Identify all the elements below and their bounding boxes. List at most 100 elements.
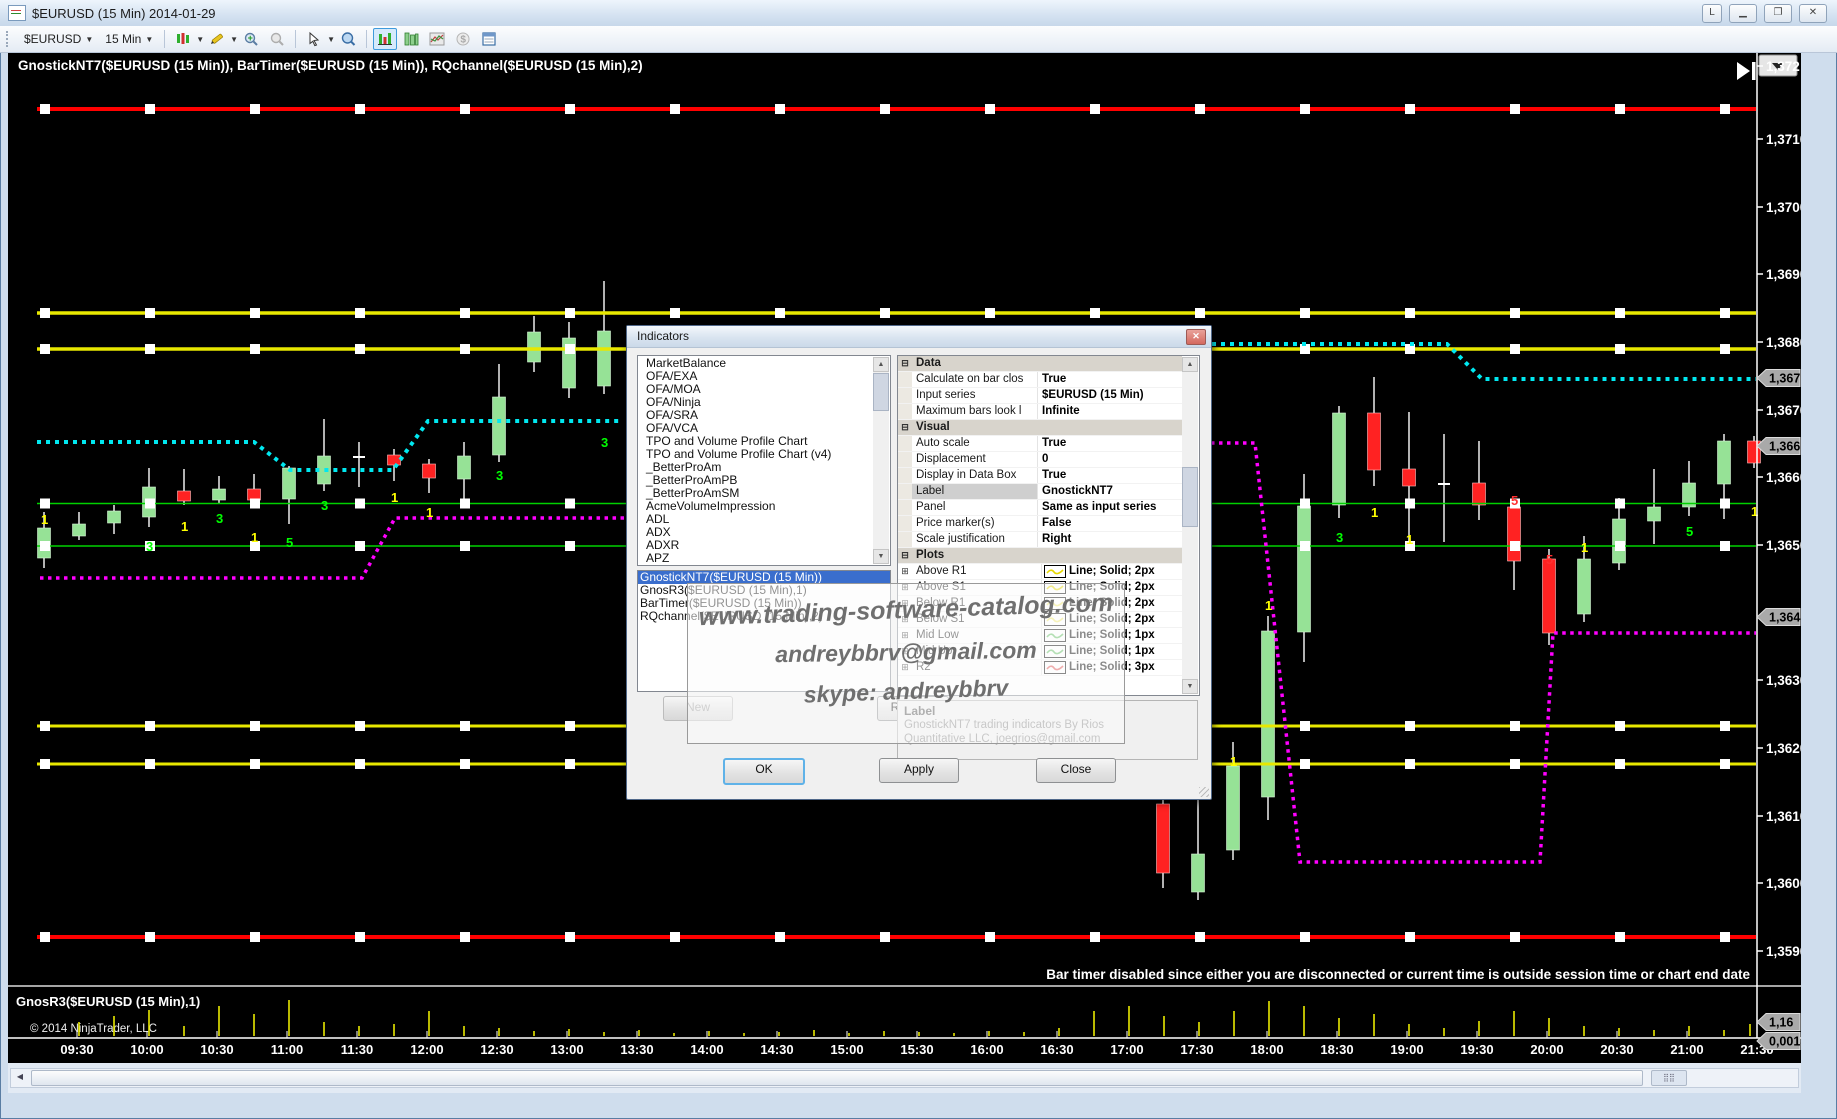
candle-body (1578, 559, 1591, 614)
line-marker (565, 721, 575, 731)
chevron-down-icon[interactable]: ▼ (196, 35, 204, 44)
property-grid-scrollbar[interactable]: ▲ ▼ (1182, 357, 1198, 694)
draw-button[interactable] (205, 28, 229, 50)
property-row[interactable]: ⊟Data (898, 356, 1182, 372)
candle-style-button[interactable] (171, 28, 195, 50)
candle-count-label: 5 (286, 535, 293, 550)
apply-button[interactable]: Apply (879, 758, 959, 783)
line-marker (250, 932, 260, 942)
property-row[interactable]: LabelGnostickNT7 (898, 484, 1182, 500)
line-marker (1615, 499, 1625, 509)
dollar-button[interactable]: $ (451, 28, 475, 50)
candle-count-label: 3 (321, 498, 328, 513)
property-row[interactable]: Calculate on bar closTrue (898, 372, 1182, 388)
candle-count-label: 1 (1406, 532, 1413, 547)
property-row[interactable]: ⊟Plots (898, 548, 1182, 564)
scrollbar-thumb[interactable] (873, 373, 889, 411)
collapse-icon[interactable]: ⊟ (898, 548, 912, 563)
line-marker (145, 344, 155, 354)
line-marker (1615, 721, 1625, 731)
magnifier-button[interactable] (336, 28, 360, 50)
scroll-up-icon[interactable]: ▲ (873, 357, 889, 372)
zoom-out-button[interactable] (265, 28, 289, 50)
chevron-down-icon[interactable]: ▼ (230, 35, 238, 44)
indicators-button[interactable] (373, 28, 397, 50)
candle-body (493, 397, 506, 455)
indicator-list-item[interactable]: AcmeVolumeImpression (638, 500, 873, 513)
candle-count-label: 1 (1265, 598, 1272, 613)
toolbar-grip[interactable] (6, 31, 12, 47)
panel2-price-marker-text: 1,16 (1769, 1016, 1793, 1030)
line-marker (1615, 541, 1625, 551)
candle-body (178, 491, 191, 501)
available-indicators-list[interactable]: MarketBalanceOFA/EXAOFA/MOAOFA/NinjaOFA/… (637, 355, 891, 566)
candle-body (283, 468, 296, 499)
indicators-list-scrollbar[interactable]: ▲ ▼ (873, 357, 889, 564)
line-marker (1720, 721, 1730, 731)
property-row[interactable]: PanelSame as input series (898, 500, 1182, 516)
link-button[interactable]: L (1702, 4, 1722, 23)
indicator-list-item[interactable]: ADL (638, 513, 873, 526)
indicators-icon (377, 31, 393, 47)
property-row[interactable]: ⊟Visual (898, 420, 1182, 436)
property-row[interactable]: Displacement0 (898, 452, 1182, 468)
property-row[interactable]: Display in Data BoxTrue (898, 468, 1182, 484)
expand-icon[interactable]: ⊞ (898, 564, 912, 579)
close-dialog-button[interactable]: Close (1036, 758, 1116, 783)
dialog-close-button[interactable]: ✕ (1186, 329, 1206, 345)
horizontal-scrollbar[interactable]: ◀ ⣿⣿ (8, 1063, 1801, 1093)
line-marker (1720, 759, 1730, 769)
price-marker-text: 1,3665 (1769, 440, 1801, 454)
candle-body (73, 524, 86, 536)
indicator-list-item[interactable]: ADXR (638, 539, 873, 552)
zoom-in-button[interactable]: + (239, 28, 263, 50)
scroll-down-icon[interactable]: ▼ (1182, 679, 1198, 694)
minimize-button[interactable]: ▁ (1729, 4, 1757, 23)
property-row[interactable]: Auto scaleTrue (898, 436, 1182, 452)
scroll-left-icon[interactable]: ◀ (13, 1071, 27, 1083)
instrument-selector[interactable]: $EURUSD ▼ (18, 30, 99, 48)
go-to-end-icon[interactable] (1752, 62, 1756, 80)
property-row[interactable]: Maximum bars look lInfinite (898, 404, 1182, 420)
line-marker (565, 104, 575, 114)
bars-button[interactable] (399, 28, 423, 50)
cursor-button[interactable] (302, 28, 326, 50)
restore-button[interactable]: ❐ (1764, 4, 1792, 23)
line-marker (670, 932, 680, 942)
line-marker (1510, 308, 1520, 318)
window-titlebar[interactable]: $EURUSD (15 Min) 2014-01-29 L ▁ ❐ ✕ (0, 0, 1837, 26)
databox-button[interactable] (477, 28, 501, 50)
line-marker (985, 104, 995, 114)
line-marker (775, 308, 785, 318)
line-marker (565, 541, 575, 551)
resize-grip[interactable] (1199, 787, 1209, 797)
scrollbar-thumb[interactable] (31, 1070, 1643, 1086)
property-row[interactable]: ⊞Above R1Line; Solid; 2px (898, 564, 1182, 580)
scroll-up-icon[interactable]: ▲ (1182, 357, 1198, 372)
ok-button[interactable]: OK (723, 758, 805, 785)
indicator-list-item[interactable]: APZ (638, 552, 873, 565)
time-label: 13:00 (550, 1042, 583, 1057)
candle-body (1262, 631, 1275, 797)
scroll-down-icon[interactable]: ▼ (873, 549, 889, 564)
collapse-icon[interactable]: ⊟ (898, 356, 912, 371)
scrollbar-grip[interactable]: ⣿⣿ (1651, 1070, 1687, 1086)
close-button[interactable]: ✕ (1799, 4, 1827, 23)
candle-body (1298, 506, 1311, 632)
interval-selector[interactable]: 15 Min ▼ (99, 30, 159, 48)
line-chart-button[interactable] (425, 28, 449, 50)
property-row[interactable]: Scale justificationRight (898, 532, 1182, 548)
dialog-titlebar[interactable]: Indicators ✕ (627, 326, 1211, 348)
property-row[interactable]: Price marker(s)False (898, 516, 1182, 532)
chevron-down-icon[interactable]: ▼ (327, 35, 335, 44)
line-marker (250, 499, 260, 509)
time-label: 17:30 (1180, 1042, 1213, 1057)
collapse-icon[interactable]: ⊟ (898, 420, 912, 435)
scrollbar-thumb[interactable] (1182, 467, 1198, 527)
property-row[interactable]: Input series$EURUSD (15 Min) (898, 388, 1182, 404)
line-marker (355, 541, 365, 551)
databox-icon (481, 31, 497, 47)
candle-count-label: 1 (251, 530, 258, 545)
line-marker (1510, 721, 1520, 731)
line-marker (1615, 308, 1625, 318)
